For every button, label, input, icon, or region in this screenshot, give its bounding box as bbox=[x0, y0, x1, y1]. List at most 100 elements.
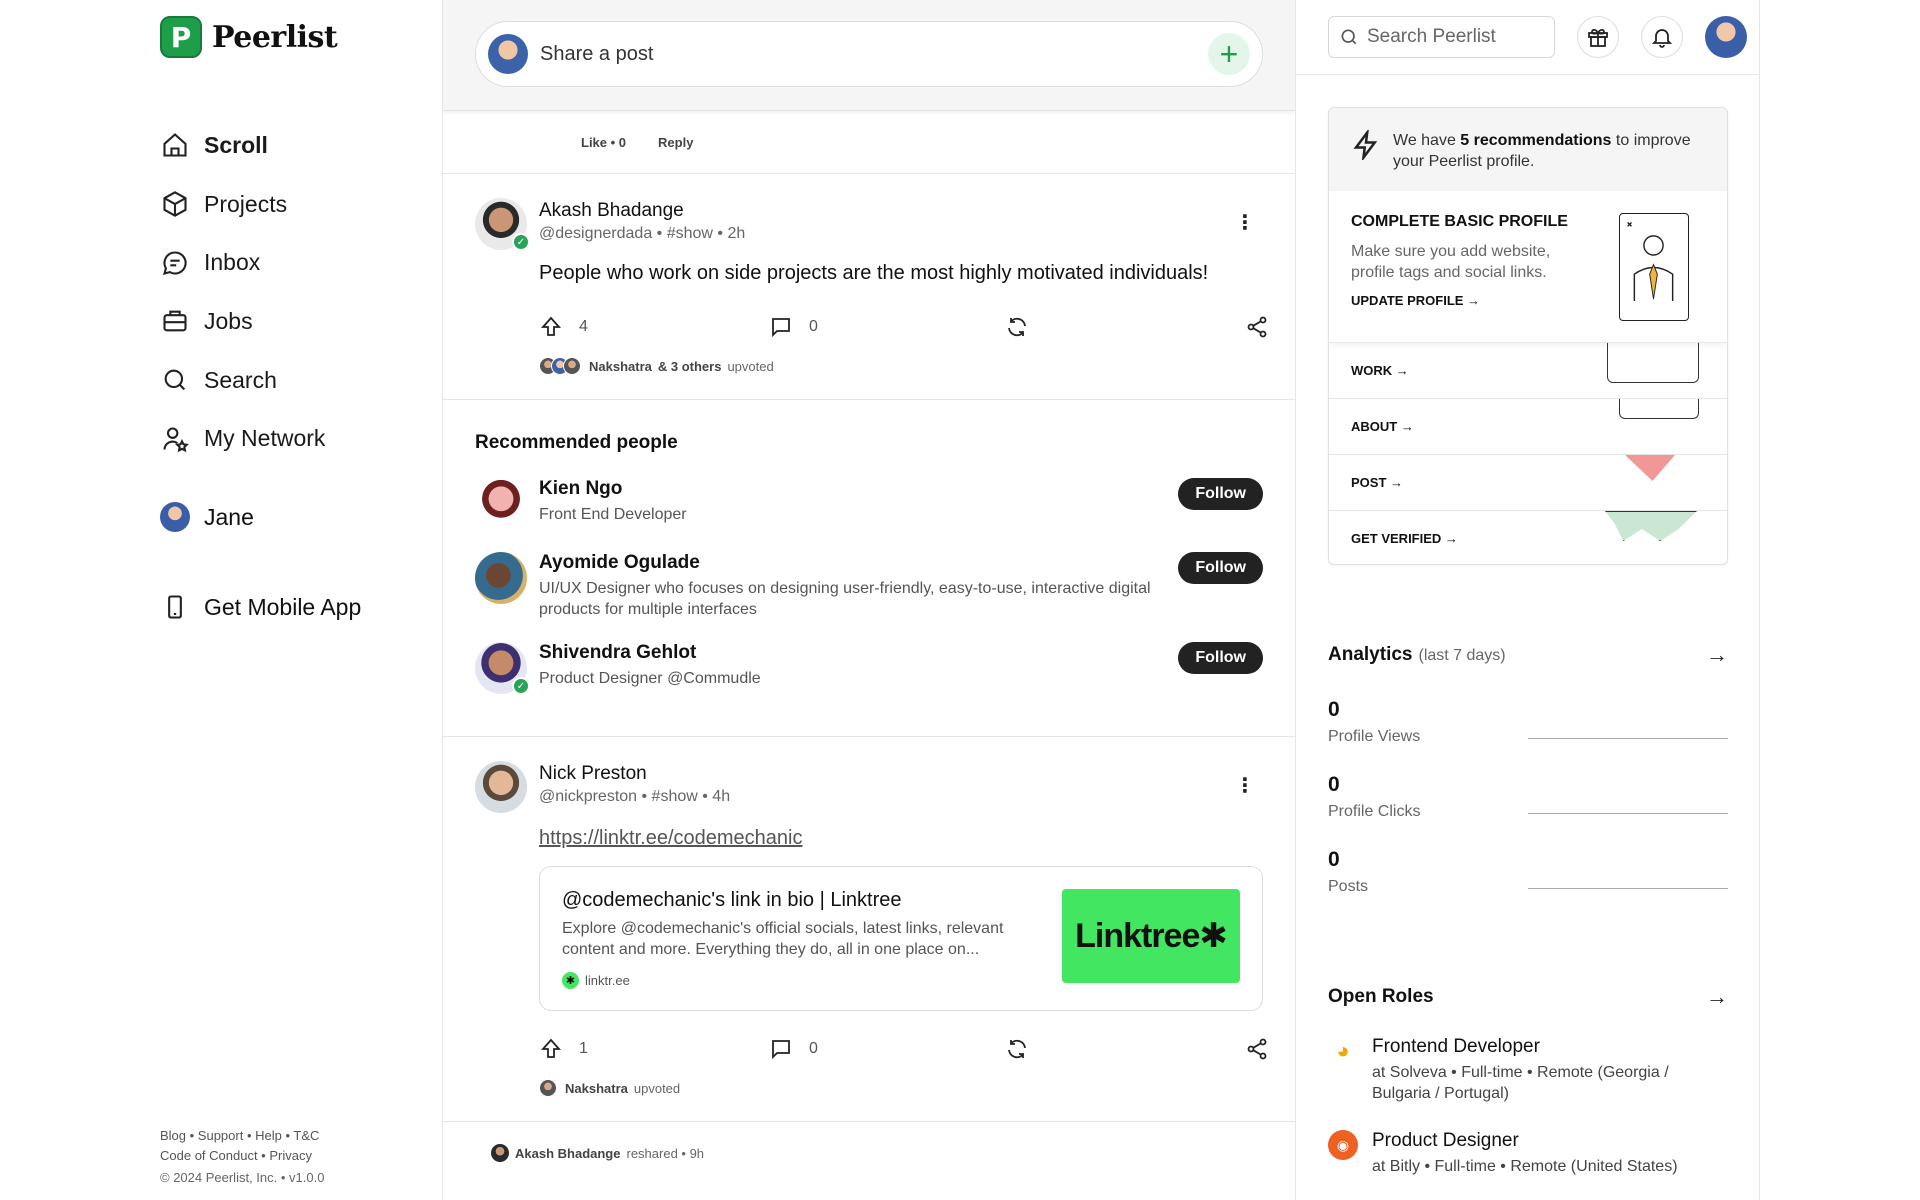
metric-label: Profile Clicks bbox=[1328, 803, 1421, 820]
about-step[interactable]: ABOUT → bbox=[1329, 399, 1727, 455]
user-avatar[interactable] bbox=[1705, 16, 1747, 58]
metric-posts: 0 Posts bbox=[1328, 848, 1728, 895]
post-author[interactable]: Akash Bhadange bbox=[539, 200, 745, 222]
work-illustration bbox=[1607, 343, 1699, 383]
avatar[interactable] bbox=[475, 478, 527, 530]
post-illustration bbox=[1625, 455, 1675, 481]
reply-button[interactable]: Reply bbox=[658, 135, 693, 150]
upvote-button[interactable]: 4 bbox=[539, 315, 588, 339]
upvoters[interactable]: Nakshatra upvoted bbox=[539, 1079, 1263, 1121]
metric-value: 0 bbox=[1328, 848, 1340, 871]
feed: Share a post + Like • 0 Reply ✓ Akash Bh… bbox=[443, 0, 1296, 1200]
repost-icon bbox=[1008, 317, 1026, 337]
share-button[interactable] bbox=[1245, 315, 1269, 339]
share-button[interactable] bbox=[1245, 1037, 1269, 1061]
notifications-button[interactable] bbox=[1641, 16, 1683, 58]
post-body: People who work on side projects are the… bbox=[539, 262, 1209, 284]
nav-item-scroll[interactable]: Scroll bbox=[160, 116, 325, 175]
comment-button[interactable]: 0 bbox=[769, 315, 818, 339]
nav-item-jobs[interactable]: Jobs bbox=[160, 292, 325, 351]
upvoter-name: Nakshatra bbox=[589, 358, 652, 374]
nav-item-my-network[interactable]: My Network bbox=[160, 409, 325, 468]
comment-actions: Like • 0 Reply bbox=[443, 111, 1295, 174]
bitly-logo-icon: ◉ bbox=[1328, 1130, 1358, 1160]
metric-value: 0 bbox=[1328, 773, 1340, 796]
solveva-logo-icon: ◕ bbox=[1328, 1036, 1358, 1066]
gift-button[interactable] bbox=[1577, 16, 1619, 58]
more-options-icon[interactable]: ⋮ bbox=[1235, 773, 1255, 798]
profile-illustration bbox=[1619, 213, 1689, 321]
reshare-author[interactable]: Akash Bhadange bbox=[515, 1146, 620, 1161]
person-name[interactable]: Shivendra Gehlot bbox=[539, 642, 761, 664]
role-item[interactable]: ◕ Frontend Developer at Solveva • Full-t… bbox=[1328, 1036, 1728, 1104]
share-post-placeholder[interactable]: Share a post bbox=[540, 43, 1196, 66]
comment-button[interactable]: 0 bbox=[769, 1037, 818, 1061]
network-icon bbox=[160, 424, 190, 454]
avatar[interactable] bbox=[475, 761, 527, 813]
person-desc: Front End Developer bbox=[539, 506, 687, 523]
post-meta: @designerdada • #show • 2h bbox=[539, 225, 746, 242]
sparkline bbox=[1528, 888, 1728, 889]
verified-badge-icon: ✓ bbox=[512, 233, 530, 251]
analytics-header[interactable]: Analytics (last 7 days) → bbox=[1328, 642, 1728, 668]
about-illustration bbox=[1619, 399, 1699, 419]
open-roles-title: Open Roles bbox=[1328, 986, 1434, 1007]
person-name[interactable]: Kien Ngo bbox=[539, 478, 687, 500]
verified-badge-icon: ✓ bbox=[512, 677, 530, 695]
comment-count: 0 bbox=[809, 1040, 818, 1057]
person-card: Kien Ngo Front End Developer Follow bbox=[475, 478, 1263, 530]
upvote-count: 4 bbox=[579, 318, 588, 335]
post-header: ✓ Akash Bhadange @designerdada • #show •… bbox=[475, 198, 1263, 251]
follow-button[interactable]: Follow bbox=[1178, 478, 1263, 510]
complete-profile-step: COMPLETE BASIC PROFILE Make sure you add… bbox=[1329, 191, 1727, 343]
add-post-button[interactable]: + bbox=[1208, 33, 1250, 75]
avatar[interactable]: ✓ bbox=[475, 198, 530, 251]
post-author[interactable]: Nick Preston bbox=[539, 763, 730, 785]
lightning-icon bbox=[1353, 130, 1378, 160]
link-preview-card[interactable]: @codemechanic's link in bio | Linktree E… bbox=[539, 866, 1263, 1011]
avatar[interactable] bbox=[491, 1144, 509, 1162]
get-verified-step[interactable]: GET VERIFIED → bbox=[1329, 511, 1727, 564]
search-icon bbox=[1341, 29, 1357, 45]
person-card: ✓ Shivendra Gehlot Product Designer @Com… bbox=[475, 642, 1263, 695]
role-item[interactable]: ◉ Product Designer at Bitly • Full-time … bbox=[1328, 1130, 1728, 1177]
avatar[interactable] bbox=[475, 552, 527, 604]
footer-line-1[interactable]: Blog • Support • Help • T&C bbox=[160, 1126, 324, 1146]
upvote-button[interactable]: 1 bbox=[539, 1037, 588, 1061]
metric-label: Profile Views bbox=[1328, 728, 1421, 745]
search-input[interactable]: Search Peerlist bbox=[1328, 16, 1555, 58]
post-link[interactable]: https://linktr.ee/codemechanic bbox=[539, 827, 802, 850]
upvoters[interactable]: Nakshatra & 3 others upvoted bbox=[539, 357, 1263, 399]
peerlist-logo[interactable]: P Peerlist bbox=[160, 16, 338, 58]
nav-item-search[interactable]: Search bbox=[160, 351, 325, 410]
profile-name: Jane bbox=[204, 503, 254, 530]
repost-button[interactable] bbox=[1005, 315, 1029, 339]
nav-label: Search bbox=[204, 366, 277, 393]
recommendations-header: We have 5 recommendations to improve you… bbox=[1329, 108, 1727, 191]
post: ✓ Akash Bhadange @designerdada • #show •… bbox=[443, 174, 1295, 400]
upvote-count: 1 bbox=[579, 1040, 588, 1057]
nav-item-projects[interactable]: Projects bbox=[160, 175, 325, 234]
follow-button[interactable]: Follow bbox=[1178, 552, 1263, 584]
work-step[interactable]: WORK → bbox=[1329, 343, 1727, 399]
metric-profile-clicks: 0 Profile Clicks bbox=[1328, 773, 1728, 820]
nav-item-inbox[interactable]: Inbox bbox=[160, 233, 325, 292]
left-sidebar: P Peerlist Scroll Projects Inbox Jobs Se… bbox=[0, 0, 443, 1200]
profile-link[interactable]: Jane bbox=[160, 502, 254, 532]
more-options-icon[interactable]: ⋮ bbox=[1235, 210, 1255, 235]
share-post-box[interactable]: Share a post + bbox=[475, 21, 1263, 87]
get-mobile-app-link[interactable]: Get Mobile App bbox=[160, 592, 361, 622]
person-name[interactable]: Ayomide Ogulade bbox=[539, 552, 1159, 574]
section-title: Recommended people bbox=[475, 432, 678, 453]
share-icon bbox=[1247, 316, 1267, 338]
follow-button[interactable]: Follow bbox=[1178, 642, 1263, 674]
repost-button[interactable] bbox=[1005, 1037, 1029, 1061]
like-button[interactable]: Like • 0 bbox=[581, 135, 626, 150]
arrow-right-icon[interactable]: → bbox=[1706, 642, 1728, 668]
footer-line-2[interactable]: Code of Conduct • Privacy bbox=[160, 1146, 324, 1166]
post-step[interactable]: POST → bbox=[1329, 455, 1727, 511]
avatar[interactable]: ✓ bbox=[475, 642, 530, 695]
analytics-title: Analytics bbox=[1328, 644, 1413, 665]
open-roles-header[interactable]: Open Roles → bbox=[1328, 984, 1728, 1010]
arrow-right-icon[interactable]: → bbox=[1706, 984, 1728, 1010]
